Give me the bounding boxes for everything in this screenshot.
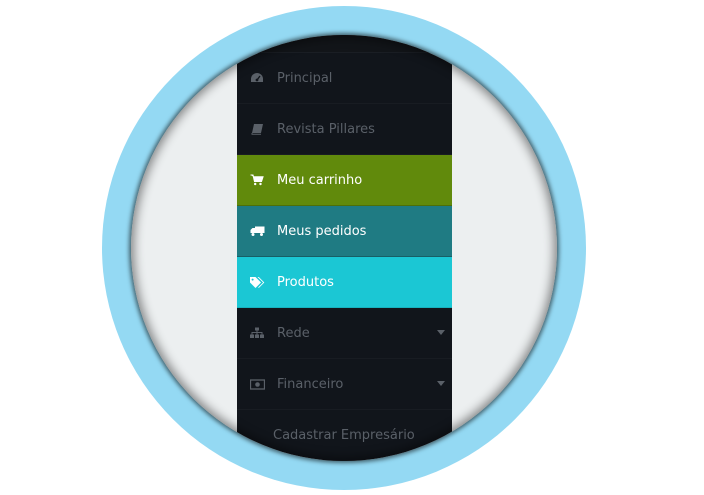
- book-icon: [249, 121, 265, 137]
- sitemap-icon: [249, 325, 265, 341]
- sidebar-item-label: Revista Pillares: [277, 121, 375, 137]
- chevron-down-icon: [437, 330, 445, 335]
- shopping-cart-icon: [249, 172, 265, 188]
- sidebar-item-label: Produtos: [277, 274, 334, 290]
- sidebar-item-cadastrar-empresario[interactable]: Cadastrar Empresário: [237, 410, 452, 461]
- menu-viewport-circle: Principal Revista Pillares Meu carrinho …: [131, 35, 557, 461]
- money-icon: [249, 376, 265, 392]
- sidebar-item-label: Meu carrinho: [277, 172, 363, 188]
- tags-icon: [249, 274, 265, 290]
- menu-top-strip: [237, 35, 452, 53]
- truck-icon: [249, 223, 265, 239]
- screenshot-stage: Principal Revista Pillares Meu carrinho …: [0, 0, 704, 495]
- sidebar-item-rede[interactable]: Rede: [237, 308, 452, 359]
- sidebar-item-label: Meus pedidos: [277, 223, 367, 239]
- sidebar-menu: Principal Revista Pillares Meu carrinho …: [237, 35, 452, 461]
- sidebar-item-revista-pillares[interactable]: Revista Pillares: [237, 104, 452, 155]
- sidebar-item-label: Rede: [277, 325, 310, 341]
- sidebar-item-financeiro[interactable]: Financeiro: [237, 359, 452, 410]
- chevron-down-icon: [437, 381, 445, 386]
- sidebar-item-principal[interactable]: Principal: [237, 53, 452, 104]
- sidebar-item-label: Financeiro: [277, 376, 344, 392]
- sidebar-item-meu-carrinho[interactable]: Meu carrinho: [237, 155, 452, 206]
- sidebar-item-label: Principal: [277, 70, 333, 86]
- sidebar-item-label: Cadastrar Empresário: [273, 427, 415, 443]
- dashboard-icon: [249, 70, 265, 86]
- sidebar-item-meus-pedidos[interactable]: Meus pedidos: [237, 206, 452, 257]
- sidebar-item-produtos[interactable]: Produtos: [237, 257, 452, 308]
